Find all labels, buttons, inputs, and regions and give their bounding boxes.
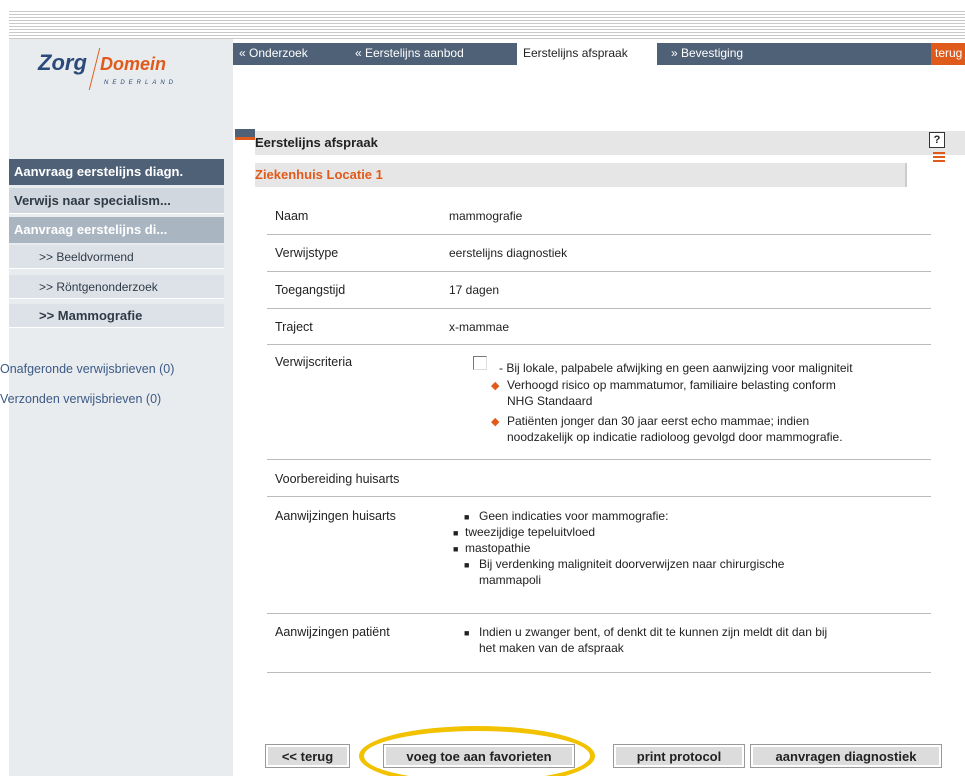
row-traject: Traject x-mammae xyxy=(267,309,931,345)
tab-bevestiging[interactable]: » Bevestiging xyxy=(665,43,785,65)
traject-value: x-mammae xyxy=(449,320,510,334)
row-toegangstijd: Toegangstijd 17 dagen xyxy=(267,272,931,309)
bullet-diamond-icon: ◆ xyxy=(491,416,500,428)
sidebar-item-verwijs[interactable]: Verwijs naar specialism... xyxy=(9,188,224,214)
request-diagnostics-button[interactable]: aanvragen diagnostiek xyxy=(750,744,942,768)
logo-zorg: Zorg xyxy=(38,50,87,75)
tab-terug[interactable]: terug xyxy=(931,43,965,65)
menu-icon[interactable] xyxy=(933,152,945,164)
sidebar-header[interactable]: Aanvraag eerstelijns diagn. xyxy=(9,159,224,185)
logo-domein: Domein xyxy=(100,54,167,74)
voorbereiding-label: Voorbereiding huisarts xyxy=(275,472,400,486)
section-title: Ziekenhuis Locatie 1 xyxy=(255,163,907,187)
aanw-4a: Bij verdenking maligniteit doorverwijzen… xyxy=(479,557,785,571)
sidebar xyxy=(9,39,233,776)
criteria-1a: Verhoogd risico op mammatumor, familiair… xyxy=(507,378,836,392)
verwijstype-label: Verwijstype xyxy=(275,246,339,260)
help-icon[interactable]: ? xyxy=(929,132,945,148)
naam-value: mammografie xyxy=(449,209,523,223)
criteria-checkbox[interactable] xyxy=(473,356,487,370)
bullet-square-icon: ■ xyxy=(453,528,459,538)
aanw-1: Geen indicaties voor mammografie: xyxy=(479,509,669,523)
panel-header: Eerstelijns afspraak xyxy=(255,129,965,155)
highlight-ellipse xyxy=(359,726,595,776)
tab-onderzoek[interactable]: « Onderzoek xyxy=(233,43,345,65)
toegang-value: 17 dagen xyxy=(449,283,500,297)
aanw-3: mastopathie xyxy=(465,541,531,555)
app-window: Zorg Domein NEDERLAND Aanvraag eerstelij… xyxy=(0,0,965,776)
patient-1a: Indien u zwanger bent, of denkt dit te k… xyxy=(479,625,828,639)
row-voorbereiding: Voorbereiding huisarts xyxy=(267,460,931,497)
bullet-square-icon: ■ xyxy=(464,512,470,522)
panel-marker-accent xyxy=(235,137,257,140)
naam-label: Naam xyxy=(275,209,309,223)
row-verwijstype: Verwijstype eerstelijns diagnostiek xyxy=(267,235,931,272)
bullet-diamond-icon: ◆ xyxy=(491,380,500,392)
criteria-2a: Patiënten jonger dan 30 jaar eerst echo … xyxy=(507,414,810,428)
print-protocol-button[interactable]: print protocol xyxy=(613,744,745,768)
tab-bar: « Onderzoek « Eerstelijns aanbod Eerstel… xyxy=(233,43,965,65)
header-stripes xyxy=(9,9,965,39)
back-button[interactable]: << terug xyxy=(265,744,350,768)
panel-title: Eerstelijns afspraak xyxy=(255,135,378,150)
criteria-label: Verwijscriteria xyxy=(275,355,353,369)
criteria-2b: noodzakelijk op indicatie radioloog gevo… xyxy=(507,430,843,444)
aanw-label: Aanwijzingen huisarts xyxy=(275,509,396,523)
traject-label: Traject xyxy=(275,320,313,334)
row-verwijscriteria: Verwijscriteria - Bij lokale, palpabele … xyxy=(267,345,931,460)
aanw-2: tweezijdige tepeluitvloed xyxy=(465,525,596,539)
row-aanwijzingen-huisarts: Aanwijzingen huisarts ■ Geen indicaties … xyxy=(267,497,931,614)
zorgdomein-logo: Zorg Domein NEDERLAND xyxy=(38,48,198,110)
bullet-square-icon: ■ xyxy=(464,628,470,638)
patient-1b: het maken van de afspraak xyxy=(479,641,624,655)
link-onafgeronde[interactable]: Onafgeronde verwijsbrieven (0) xyxy=(0,362,224,376)
row-naam: Naam mammografie xyxy=(267,199,931,235)
sidebar-sub-rontgen[interactable]: >> Röntgenonderzoek xyxy=(9,275,224,299)
toegang-label: Toegangstijd xyxy=(275,283,346,297)
criteria-main: - Bij lokale, palpabele afwijking en gee… xyxy=(499,361,853,375)
link-verzonden[interactable]: Verzonden verwijsbrieven (0) xyxy=(0,392,224,406)
logo-nederland: NEDERLAND xyxy=(104,80,178,86)
patient-label: Aanwijzingen patiënt xyxy=(275,625,390,639)
sidebar-sub-beeldvormend[interactable]: >> Beeldvormend xyxy=(9,245,224,269)
tab-eerstelijns-afspraak[interactable]: Eerstelijns afspraak xyxy=(517,43,657,65)
panel-marker-icon xyxy=(235,129,257,137)
bullet-square-icon: ■ xyxy=(453,544,459,554)
aanw-4b: mammapoli xyxy=(479,573,542,587)
row-aanwijzingen-patient: Aanwijzingen patiënt ■ Indien u zwanger … xyxy=(267,614,931,673)
verwijstype-value: eerstelijns diagnostiek xyxy=(449,246,568,260)
criteria-1b: NHG Standaard xyxy=(507,394,593,408)
sidebar-sub-mammografie[interactable]: >> Mammografie xyxy=(9,304,224,328)
logo-divider xyxy=(88,48,101,90)
bullet-square-icon: ■ xyxy=(464,560,470,570)
sidebar-item-aanvraag[interactable]: Aanvraag eerstelijns di... xyxy=(9,217,224,243)
tab-eerstelijns-aanbod[interactable]: « Eerstelijns aanbod xyxy=(349,43,497,65)
